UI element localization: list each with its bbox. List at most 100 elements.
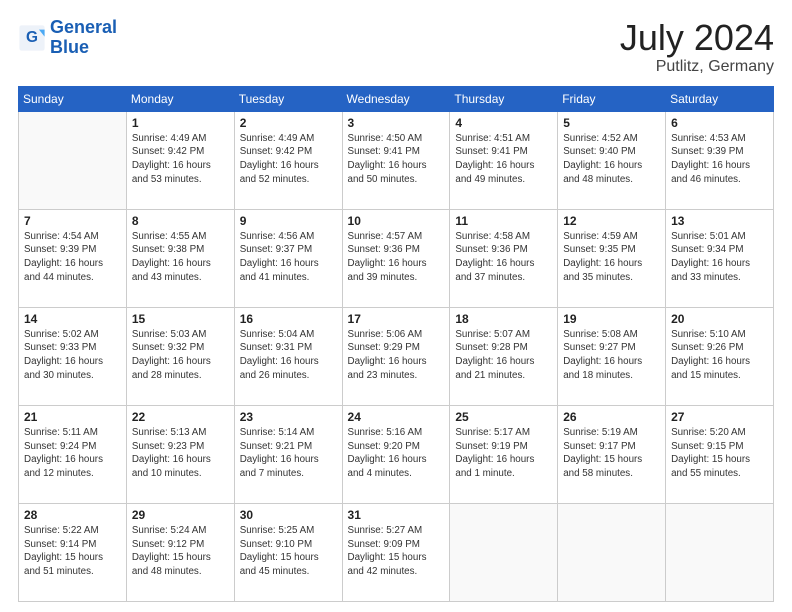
calendar-cell: 2 Sunrise: 4:49 AM Sunset: 9:42 PM Daylig… [234, 111, 342, 209]
day-number: 8 [132, 214, 229, 228]
day-number: 2 [240, 116, 337, 130]
cell-info: Sunrise: 4:52 AM Sunset: 9:40 PM Dayligh… [563, 132, 660, 187]
calendar-cell: 16 Sunrise: 5:04 AM Sunset: 9:31 PM Dayli… [234, 307, 342, 405]
calendar-cell: 14Sunrise: 5:02 AM Sunset: 9:33 PM Dayli… [19, 307, 127, 405]
cell-info: Sunrise: 4:49 AM Sunset: 9:42 PM Dayligh… [240, 132, 337, 187]
weekday-header-thursday: Thursday [450, 86, 558, 111]
week-row-2: 7 Sunrise: 4:54 AM Sunset: 9:39 PM Daylig… [19, 209, 774, 307]
cell-info: Sunrise: 5:03 AM Sunset: 9:32 PM Dayligh… [132, 328, 229, 383]
calendar-cell: 13 Sunrise: 5:01 AM Sunset: 9:34 PM Dayli… [666, 209, 774, 307]
day-number: 1 [132, 116, 229, 130]
calendar-cell: 11Sunrise: 4:58 AM Sunset: 9:36 PM Dayli… [450, 209, 558, 307]
weekday-header-wednesday: Wednesday [342, 86, 450, 111]
cell-info: Sunrise: 5:24 AM Sunset: 9:12 PM Dayligh… [132, 524, 229, 579]
cell-info: Sunrise: 5:08 AM Sunset: 9:27 PM Dayligh… [563, 328, 660, 383]
day-number: 24 [348, 410, 445, 424]
day-number: 6 [671, 116, 768, 130]
page: G General Blue July 2024 Putlitz, German… [0, 0, 792, 612]
cell-info: Sunrise: 5:14 AM Sunset: 9:21 PM Dayligh… [240, 426, 337, 481]
day-number: 13 [671, 214, 768, 228]
day-number: 15 [132, 312, 229, 326]
calendar-cell: 7 Sunrise: 4:54 AM Sunset: 9:39 PM Daylig… [19, 209, 127, 307]
calendar-cell: 30Sunrise: 5:25 AM Sunset: 9:10 PM Dayli… [234, 503, 342, 601]
calendar-cell: 5Sunrise: 4:52 AM Sunset: 9:40 PM Daylig… [558, 111, 666, 209]
day-number: 18 [455, 312, 552, 326]
day-number: 10 [348, 214, 445, 228]
calendar-cell: 24 Sunrise: 5:16 AM Sunset: 9:20 PM Dayli… [342, 405, 450, 503]
week-row-1: 1 Sunrise: 4:49 AM Sunset: 9:42 PM Daylig… [19, 111, 774, 209]
cell-info: Sunrise: 4:51 AM Sunset: 9:41 PM Dayligh… [455, 132, 552, 187]
calendar-cell: 23 Sunrise: 5:14 AM Sunset: 9:21 PM Dayli… [234, 405, 342, 503]
calendar-cell: 4 Sunrise: 4:51 AM Sunset: 9:41 PM Daylig… [450, 111, 558, 209]
day-number: 3 [348, 116, 445, 130]
calendar-cell: 21Sunrise: 5:11 AM Sunset: 9:24 PM Dayli… [19, 405, 127, 503]
cell-info: Sunrise: 4:53 AM Sunset: 9:39 PM Dayligh… [671, 132, 768, 187]
logo-line2: Blue [50, 37, 89, 57]
calendar-cell: 29 Sunrise: 5:24 AM Sunset: 9:12 PM Dayli… [126, 503, 234, 601]
cell-info: Sunrise: 5:22 AM Sunset: 9:14 PM Dayligh… [24, 524, 121, 579]
cell-info: Sunrise: 5:19 AM Sunset: 9:17 PM Dayligh… [563, 426, 660, 481]
day-number: 21 [24, 410, 121, 424]
day-number: 19 [563, 312, 660, 326]
calendar-cell [450, 503, 558, 601]
cell-info: Sunrise: 5:10 AM Sunset: 9:26 PM Dayligh… [671, 328, 768, 383]
calendar-cell: 1 Sunrise: 4:49 AM Sunset: 9:42 PM Daylig… [126, 111, 234, 209]
calendar-table: SundayMondayTuesdayWednesdayThursdayFrid… [18, 86, 774, 602]
weekday-header-friday: Friday [558, 86, 666, 111]
day-number: 7 [24, 214, 121, 228]
header: G General Blue July 2024 Putlitz, German… [18, 18, 774, 76]
cell-info: Sunrise: 5:20 AM Sunset: 9:15 PM Dayligh… [671, 426, 768, 481]
week-row-4: 21Sunrise: 5:11 AM Sunset: 9:24 PM Dayli… [19, 405, 774, 503]
logo-text: General Blue [50, 18, 117, 58]
week-row-5: 28Sunrise: 5:22 AM Sunset: 9:14 PM Dayli… [19, 503, 774, 601]
calendar-cell: 3 Sunrise: 4:50 AM Sunset: 9:41 PM Daylig… [342, 111, 450, 209]
cell-info: Sunrise: 5:01 AM Sunset: 9:34 PM Dayligh… [671, 230, 768, 285]
day-number: 22 [132, 410, 229, 424]
day-number: 9 [240, 214, 337, 228]
day-number: 25 [455, 410, 552, 424]
day-number: 17 [348, 312, 445, 326]
cell-info: Sunrise: 4:55 AM Sunset: 9:38 PM Dayligh… [132, 230, 229, 285]
cell-info: Sunrise: 5:13 AM Sunset: 9:23 PM Dayligh… [132, 426, 229, 481]
day-number: 29 [132, 508, 229, 522]
logo: G General Blue [18, 18, 117, 58]
calendar-cell: 10Sunrise: 4:57 AM Sunset: 9:36 PM Dayli… [342, 209, 450, 307]
calendar-cell [666, 503, 774, 601]
day-number: 20 [671, 312, 768, 326]
day-number: 12 [563, 214, 660, 228]
cell-info: Sunrise: 4:54 AM Sunset: 9:39 PM Dayligh… [24, 230, 121, 285]
cell-info: Sunrise: 4:59 AM Sunset: 9:35 PM Dayligh… [563, 230, 660, 285]
day-number: 30 [240, 508, 337, 522]
calendar-cell: 12 Sunrise: 4:59 AM Sunset: 9:35 PM Dayli… [558, 209, 666, 307]
month-year: July 2024 [620, 18, 774, 58]
cell-info: Sunrise: 4:49 AM Sunset: 9:42 PM Dayligh… [132, 132, 229, 187]
day-number: 16 [240, 312, 337, 326]
weekday-header-saturday: Saturday [666, 86, 774, 111]
cell-info: Sunrise: 5:04 AM Sunset: 9:31 PM Dayligh… [240, 328, 337, 383]
location: Putlitz, Germany [620, 58, 774, 76]
cell-info: Sunrise: 5:16 AM Sunset: 9:20 PM Dayligh… [348, 426, 445, 481]
calendar-cell: 20 Sunrise: 5:10 AM Sunset: 9:26 PM Dayli… [666, 307, 774, 405]
calendar-cell: 25 Sunrise: 5:17 AM Sunset: 9:19 PM Dayli… [450, 405, 558, 503]
cell-info: Sunrise: 5:02 AM Sunset: 9:33 PM Dayligh… [24, 328, 121, 383]
calendar-cell: 6 Sunrise: 4:53 AM Sunset: 9:39 PM Daylig… [666, 111, 774, 209]
cell-info: Sunrise: 5:07 AM Sunset: 9:28 PM Dayligh… [455, 328, 552, 383]
cell-info: Sunrise: 5:06 AM Sunset: 9:29 PM Dayligh… [348, 328, 445, 383]
calendar-cell [558, 503, 666, 601]
weekday-header-tuesday: Tuesday [234, 86, 342, 111]
cell-info: Sunrise: 5:17 AM Sunset: 9:19 PM Dayligh… [455, 426, 552, 481]
calendar-cell: 18 Sunrise: 5:07 AM Sunset: 9:28 PM Dayli… [450, 307, 558, 405]
day-number: 4 [455, 116, 552, 130]
weekday-header-row: SundayMondayTuesdayWednesdayThursdayFrid… [19, 86, 774, 111]
day-number: 26 [563, 410, 660, 424]
weekday-header-sunday: Sunday [19, 86, 127, 111]
day-number: 27 [671, 410, 768, 424]
cell-info: Sunrise: 4:50 AM Sunset: 9:41 PM Dayligh… [348, 132, 445, 187]
cell-info: Sunrise: 4:58 AM Sunset: 9:36 PM Dayligh… [455, 230, 552, 285]
cell-info: Sunrise: 5:27 AM Sunset: 9:09 PM Dayligh… [348, 524, 445, 579]
weekday-header-monday: Monday [126, 86, 234, 111]
calendar-cell: 19 Sunrise: 5:08 AM Sunset: 9:27 PM Dayli… [558, 307, 666, 405]
day-number: 23 [240, 410, 337, 424]
calendar-cell: 9Sunrise: 4:56 AM Sunset: 9:37 PM Daylig… [234, 209, 342, 307]
calendar-cell: 27 Sunrise: 5:20 AM Sunset: 9:15 PM Dayli… [666, 405, 774, 503]
